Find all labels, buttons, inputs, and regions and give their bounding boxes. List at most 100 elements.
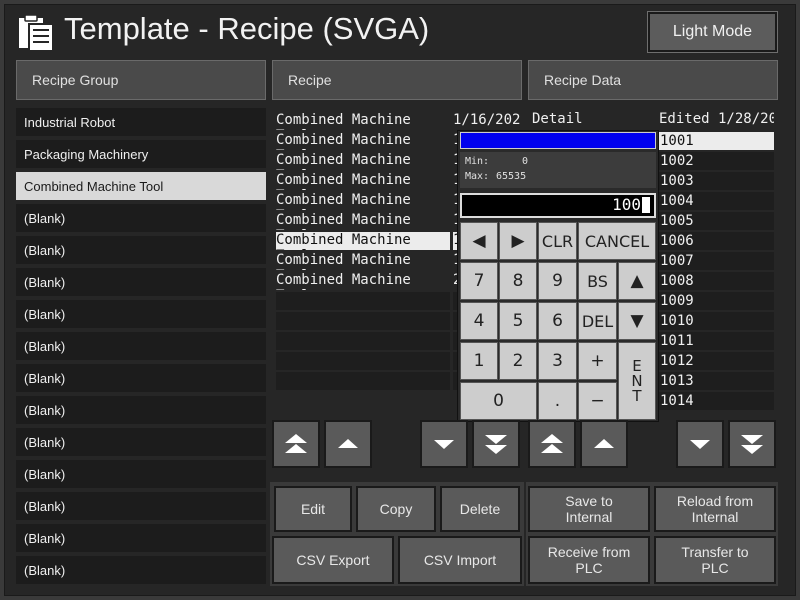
keypad-title-bar[interactable]: [460, 132, 656, 149]
recipe-name: [276, 332, 450, 350]
recipe-name: Combined Machine Tool: [276, 252, 411, 270]
recipe-data-row[interactable]: 1014: [659, 391, 774, 411]
recipe-data-value: 1008: [659, 272, 774, 290]
recipe-group-item[interactable]: (Blank): [16, 300, 266, 328]
recipe-group-item[interactable]: (Blank): [16, 524, 266, 552]
cursor-right-key[interactable]: ▶: [499, 222, 537, 260]
light-mode-button[interactable]: Light Mode: [647, 11, 778, 53]
recipe-data-row[interactable]: 1001: [659, 131, 774, 151]
edit-button[interactable]: Edit: [274, 486, 352, 532]
recipe-line-up-button[interactable]: [324, 420, 372, 468]
key-5[interactable]: 5: [499, 302, 537, 340]
delete-key[interactable]: DEL: [578, 302, 617, 340]
min-label: Min:: [465, 156, 490, 167]
recipe-data-row[interactable]: 1009: [659, 291, 774, 311]
double-up-arrow-icon: [541, 434, 563, 453]
data-page-down-button[interactable]: [728, 420, 776, 468]
minus-key[interactable]: −: [578, 382, 617, 420]
cursor-left-key[interactable]: ◀: [460, 222, 498, 260]
key-9[interactable]: 9: [538, 262, 577, 300]
recipe-data-row[interactable]: 1013: [659, 371, 774, 391]
key-8[interactable]: 8: [499, 262, 537, 300]
recipe-group-item[interactable]: (Blank): [16, 492, 266, 520]
recipe-data-row[interactable]: 1008: [659, 271, 774, 291]
recipe-group-item[interactable]: Industrial Robot: [16, 108, 266, 136]
recipe-group-item[interactable]: (Blank): [16, 204, 266, 232]
recipe-name: Combined Machine Tool: [276, 152, 411, 170]
recipe-group-item[interactable]: (Blank): [16, 556, 266, 584]
save-to-internal-button[interactable]: Save to Internal: [528, 486, 650, 532]
data-line-down-button[interactable]: [676, 420, 724, 468]
recipe-data-value: 1006: [659, 232, 774, 250]
recipe-data-value: 1010: [659, 312, 774, 330]
receive-from-plc-button[interactable]: Receive from PLC: [528, 536, 650, 584]
key-6[interactable]: 6: [538, 302, 577, 340]
recipe-name: Combined Machine Tool: [276, 192, 411, 210]
key-7[interactable]: 7: [460, 262, 498, 300]
recipe-group-item[interactable]: (Blank): [16, 236, 266, 264]
recipe-data-row[interactable]: 1006: [659, 231, 774, 251]
recipe-group-item[interactable]: (Blank): [16, 364, 266, 392]
recipe-page-up-button[interactable]: [272, 420, 320, 468]
recipe-data-value: 1003: [659, 172, 774, 190]
copy-button[interactable]: Copy: [356, 486, 436, 532]
max-value: 65535: [496, 171, 527, 182]
backspace-key[interactable]: BS: [578, 262, 617, 300]
recipe-data-row[interactable]: 1002: [659, 151, 774, 171]
up-key[interactable]: ▲: [618, 262, 656, 300]
recipe-group-item[interactable]: (Blank): [16, 460, 266, 488]
recipe-group-item[interactable]: Combined Machine Tool: [16, 172, 266, 200]
recipe-data-row[interactable]: 1011: [659, 331, 774, 351]
recipe-page-down-button[interactable]: [472, 420, 520, 468]
recipe-name: Combined Machine Tool: [276, 112, 411, 130]
recipe-data-value: 1011: [659, 332, 774, 350]
keypad-range: Min: 0 Max: 65535: [460, 152, 656, 188]
key-2[interactable]: 2: [499, 342, 537, 380]
key-3[interactable]: 3: [538, 342, 577, 380]
recipe-data-value: 1002: [659, 152, 774, 170]
recipe-header: Recipe: [272, 60, 522, 100]
recipe-name: Combined Machine Tool: [276, 132, 411, 150]
key-1[interactable]: 1: [460, 342, 498, 380]
reload-from-internal-button[interactable]: Reload from Internal: [654, 486, 776, 532]
page-title: Template - Recipe (SVGA): [64, 11, 430, 46]
recipe-group-item[interactable]: Packaging Machinery: [16, 140, 266, 168]
recipe-group-item[interactable]: (Blank): [16, 428, 266, 456]
recipe-name: [276, 312, 450, 330]
recipe-data-row[interactable]: 1005: [659, 211, 774, 231]
recipe-group-item[interactable]: (Blank): [16, 268, 266, 296]
enter-key[interactable]: E N T: [618, 342, 656, 420]
recipe-row[interactable]: Combined Machine Tool 1/16/2020: [276, 111, 522, 131]
clear-key[interactable]: CLR: [538, 222, 577, 260]
recipe-data-value: 1012: [659, 352, 774, 370]
delete-button[interactable]: Delete: [440, 486, 520, 532]
recipe-name: Combined Machine Tool: [276, 272, 411, 290]
recipe-data-title-row: Detail Edited 1/28/2020: [532, 111, 774, 129]
data-page-up-button[interactable]: [528, 420, 576, 468]
clipboard-icon: [18, 14, 54, 52]
plus-key[interactable]: +: [578, 342, 617, 380]
recipe-data-row[interactable]: 1007: [659, 251, 774, 271]
recipe-data-value: 1009: [659, 292, 774, 310]
decimal-key[interactable]: .: [538, 382, 577, 420]
csv-import-button[interactable]: CSV Import: [398, 536, 522, 584]
recipe-data-row[interactable]: 1003: [659, 171, 774, 191]
recipe-line-down-button[interactable]: [420, 420, 468, 468]
data-line-up-button[interactable]: [580, 420, 628, 468]
cancel-key[interactable]: CANCEL: [578, 222, 656, 260]
recipe-data-value: 1001: [659, 132, 774, 150]
recipe-group-item[interactable]: (Blank): [16, 332, 266, 360]
recipe-data-value: 1007: [659, 252, 774, 270]
recipe-data-row[interactable]: 1012: [659, 351, 774, 371]
down-key[interactable]: ▼: [618, 302, 656, 340]
recipe-data-row[interactable]: 1004: [659, 191, 774, 211]
recipe-name: [276, 352, 450, 370]
up-arrow-icon: [594, 439, 614, 448]
key-4[interactable]: 4: [460, 302, 498, 340]
recipe-group-item[interactable]: (Blank): [16, 396, 266, 424]
recipe-name: Combined Machine Tool: [276, 212, 411, 230]
recipe-data-row[interactable]: 1010: [659, 311, 774, 331]
key-0[interactable]: 0: [460, 382, 537, 420]
transfer-to-plc-button[interactable]: Transfer to PLC: [654, 536, 776, 584]
csv-export-button[interactable]: CSV Export: [272, 536, 394, 584]
